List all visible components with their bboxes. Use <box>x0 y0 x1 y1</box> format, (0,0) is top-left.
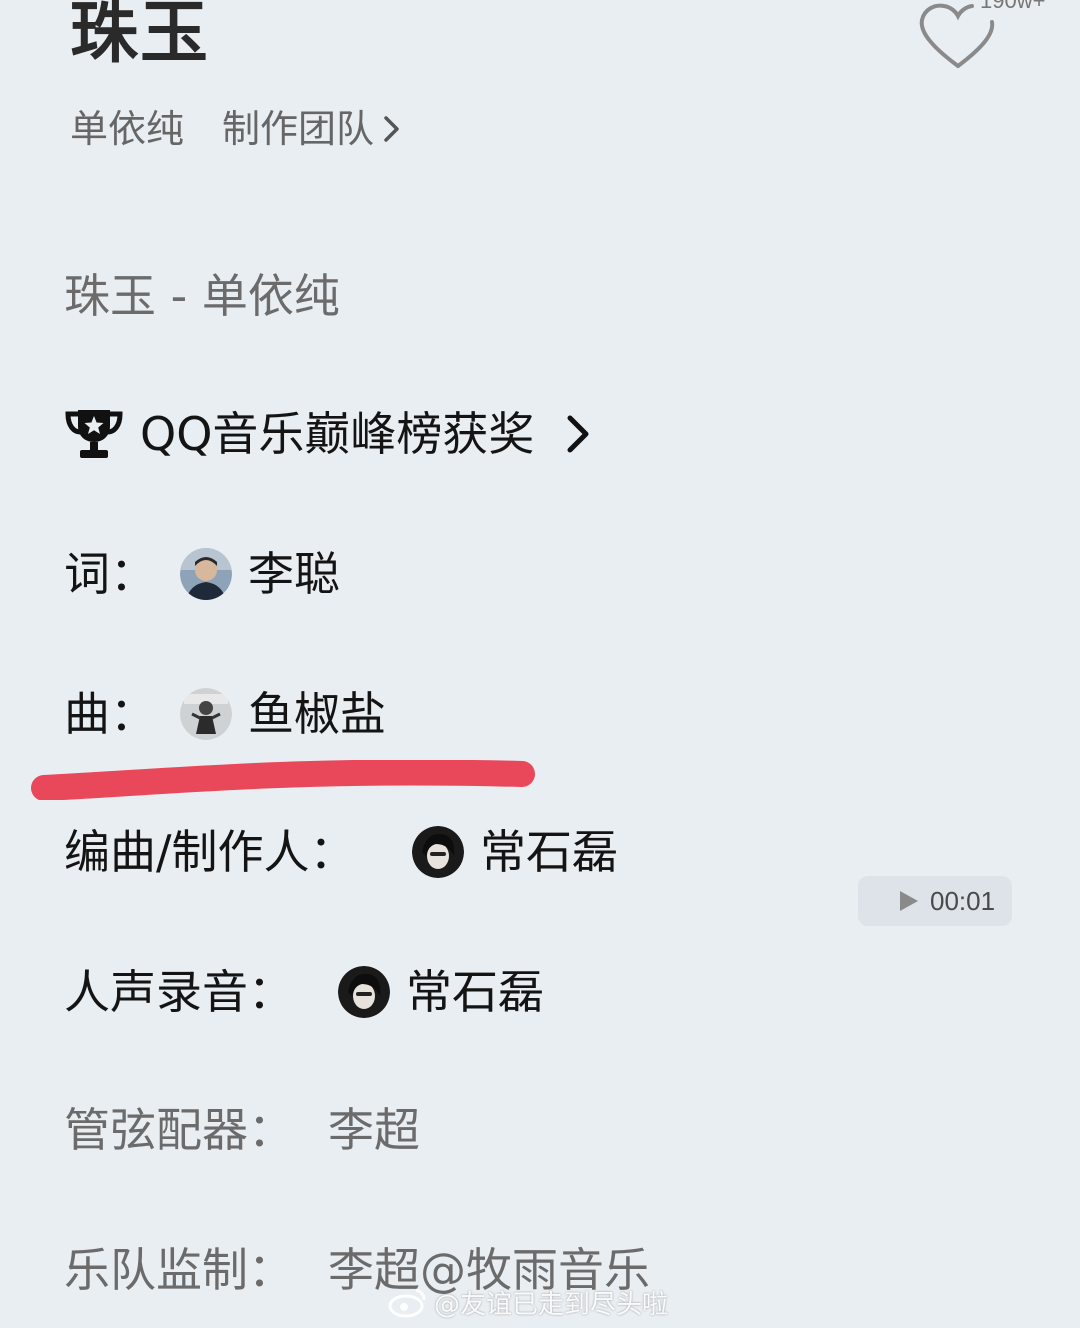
audio-time: 00:01 <box>930 885 996 916</box>
song-title: 珠玉 <box>70 0 211 73</box>
weibo-icon <box>388 1288 426 1318</box>
credit-row-orchestration: 管弦配器： 李超 <box>64 1100 420 1160</box>
trophy-icon <box>65 410 123 458</box>
avatar[interactable] <box>180 548 232 600</box>
avatar[interactable] <box>180 688 232 740</box>
play-icon <box>900 891 918 911</box>
watermark: @友谊已走到尽头啦 <box>388 1282 668 1322</box>
credit-role: 曲： <box>64 687 156 741</box>
credit-role: 编曲/制作人： <box>64 825 356 879</box>
artist-link[interactable]: 单依纯 <box>70 104 184 154</box>
credit-name[interactable]: 李聪 <box>248 544 340 604</box>
highlight-underline <box>31 760 535 800</box>
avatar[interactable] <box>338 966 390 1018</box>
credit-row-vocal-recording: 人声录音： 常石磊 <box>64 962 544 1022</box>
like-count: 190w+ <box>980 0 1046 13</box>
credit-row-composer: 曲： 鱼椒盐 <box>64 684 386 744</box>
credit-role: 乐队监制： <box>64 1243 294 1297</box>
award-label: QQ音乐巅峰榜获奖 <box>140 407 535 461</box>
credit-name[interactable]: 常石磊 <box>406 962 544 1022</box>
avatar[interactable] <box>412 826 464 878</box>
production-team-link[interactable]: 制作团队 <box>222 104 374 154</box>
credit-row-arranger: 编曲/制作人： 常石磊 <box>64 822 618 882</box>
credit-row-lyrics: 词： 李聪 <box>64 544 340 604</box>
song-artist-line: 珠玉 - 单依纯 <box>64 269 340 323</box>
watermark-text: @友谊已走到尽头啦 <box>434 1289 669 1320</box>
credit-role: 词： <box>64 547 156 601</box>
credit-role: 人声录音： <box>64 965 294 1019</box>
credit-name[interactable]: 鱼椒盐 <box>248 684 386 744</box>
chevron-right-icon <box>567 415 589 453</box>
chevron-right-icon <box>384 116 399 142</box>
credit-name: 李超 <box>328 1103 420 1157</box>
credit-role: 管弦配器： <box>64 1103 294 1157</box>
award-row[interactable]: QQ音乐巅峰榜获奖 <box>64 404 592 464</box>
credit-name[interactable]: 常石磊 <box>480 822 618 882</box>
audio-time-pill[interactable]: 00:01 <box>858 876 1012 926</box>
